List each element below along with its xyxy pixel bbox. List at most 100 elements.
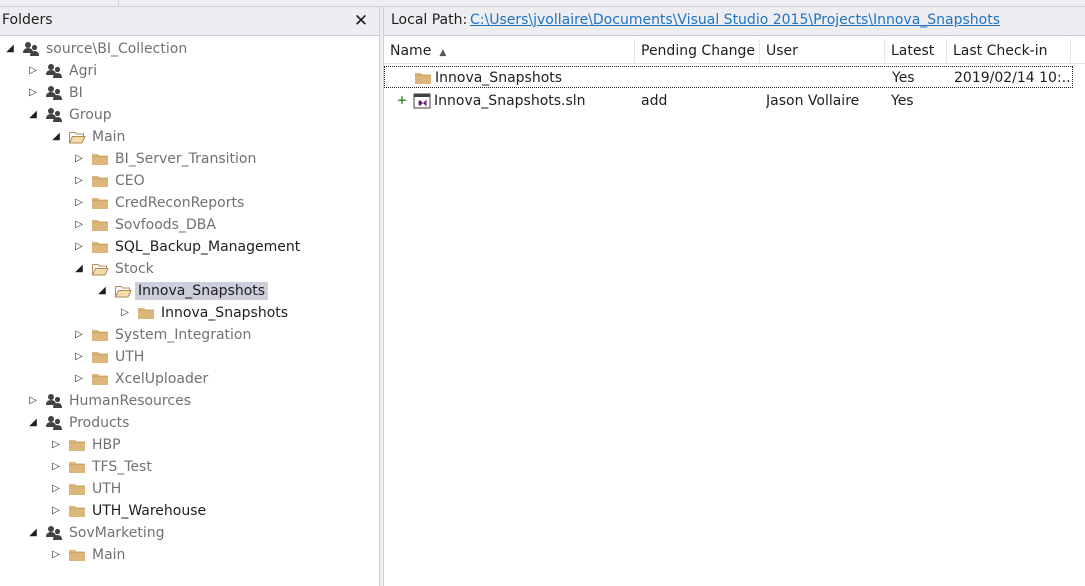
folders-panel: Folders ✕ ◢ source\BI_Collection ▷ Agri ▷ BI ◢… xyxy=(0,7,379,586)
folder-icon xyxy=(68,481,86,497)
top-toolbar-strip xyxy=(0,0,1085,7)
tree-node-label: Group xyxy=(69,107,112,123)
cell-last-checkin: 2019/02/14 10:... xyxy=(954,70,1072,86)
expand-arrow-icon[interactable]: ▷ xyxy=(27,64,39,78)
tree-node[interactable]: ▷ UTH_Warehouse xyxy=(0,500,379,522)
local-path-label: Local Path: xyxy=(391,12,468,28)
tree-node[interactable]: ▷ BI_Server_Transition xyxy=(0,148,379,170)
tree-node[interactable]: ▷ BI xyxy=(0,82,379,104)
tree-node[interactable]: ▷ Innova_Snapshots xyxy=(0,302,379,324)
solution-file-icon xyxy=(413,93,431,109)
expand-arrow-icon[interactable]: ▷ xyxy=(73,350,85,364)
team-project-icon xyxy=(45,415,63,431)
tree-node-label: HumanResources xyxy=(69,393,191,409)
team-project-icon xyxy=(45,85,63,101)
tree-node-label: Sovfoods_DBA xyxy=(115,217,216,233)
tree-node[interactable]: ▷ CredReconReports xyxy=(0,192,379,214)
cell-name: Innova_Snapshots xyxy=(435,70,563,86)
pending-add-icon: + xyxy=(397,93,408,107)
tree-node-label: Products xyxy=(69,415,130,431)
tree-node-label: SQL_Backup_Management xyxy=(115,239,301,255)
tree-node[interactable]: ◢ Products xyxy=(0,412,379,434)
expand-arrow-icon[interactable]: ▷ xyxy=(73,196,85,210)
collapse-arrow-icon[interactable]: ◢ xyxy=(73,262,85,276)
tree-node[interactable]: ▷ SQL_Backup_Management xyxy=(0,236,379,258)
folder-icon xyxy=(91,173,109,189)
column-header-label: Name xyxy=(390,43,432,59)
tree-node[interactable]: ▷ System_Integration xyxy=(0,324,379,346)
expand-arrow-icon[interactable]: ▷ xyxy=(73,328,85,342)
team-project-icon xyxy=(45,525,63,541)
tree-node[interactable]: ▷ Agri xyxy=(0,60,379,82)
local-path-link[interactable]: C:\Users\jvollaire\Documents\Visual Stud… xyxy=(470,12,1000,28)
tree-node[interactable]: ▷ CEO xyxy=(0,170,379,192)
folder-open-icon xyxy=(114,283,132,299)
folder-open-icon xyxy=(68,129,86,145)
collapse-arrow-icon[interactable]: ◢ xyxy=(50,130,62,144)
tree-node[interactable]: ◢ Stock xyxy=(0,258,379,280)
folders-panel-header: Folders ✕ xyxy=(0,7,379,36)
team-project-icon xyxy=(45,107,63,123)
column-header-last-checkin[interactable]: Last Check-in xyxy=(947,39,1071,64)
tree-node-label: CEO xyxy=(115,173,145,189)
tree-node[interactable]: ▷ UTH xyxy=(0,346,379,368)
expand-arrow-icon[interactable]: ▷ xyxy=(50,504,62,518)
tree-node-label: Agri xyxy=(69,63,98,79)
expand-arrow-icon[interactable]: ▷ xyxy=(73,152,85,166)
tree-node[interactable]: ▷ Sovfoods_DBA xyxy=(0,214,379,236)
toolbar-separator xyxy=(118,0,119,7)
tree-node[interactable]: ◢ SovMarketing xyxy=(0,522,379,544)
column-header-latest[interactable]: Latest xyxy=(885,39,947,64)
tree-node-label: XcelUploader xyxy=(115,371,209,387)
expand-arrow-icon[interactable]: ▷ xyxy=(27,394,39,408)
collapse-arrow-icon[interactable]: ◢ xyxy=(4,42,16,56)
local-path-bar: Local Path: C:\Users\jvollaire\Documents… xyxy=(384,7,1085,36)
expand-arrow-icon[interactable]: ▷ xyxy=(50,438,62,452)
cell-pending-change: add xyxy=(641,93,668,109)
cell-name: Innova_Snapshots.sln xyxy=(434,93,586,109)
tree-node[interactable]: ▷ HBP xyxy=(0,434,379,456)
collapse-arrow-icon[interactable]: ◢ xyxy=(27,108,39,122)
column-header-pending-change[interactable]: Pending Change xyxy=(635,39,760,64)
tree-node-label: HBP xyxy=(92,437,121,453)
cell-latest: Yes xyxy=(892,70,915,86)
sort-ascending-icon: ▲ xyxy=(439,48,447,58)
file-list-row[interactable]: + Innova_Snapshots.sln add Jason Vollaire Ye… xyxy=(384,90,1073,112)
tree-node-label: Main xyxy=(92,129,126,145)
tree-node-label: Main xyxy=(92,547,126,563)
tree-node[interactable]: ◢ source\BI_Collection xyxy=(0,38,379,60)
folder-icon xyxy=(91,371,109,387)
tree-node-label: CredReconReports xyxy=(115,195,245,211)
expand-arrow-icon[interactable]: ▷ xyxy=(27,86,39,100)
tree-node[interactable]: ◢ Innova_Snapshots xyxy=(0,280,379,302)
tree-node[interactable]: ▷ HumanResources xyxy=(0,390,379,412)
tree-node[interactable]: ▷ Main xyxy=(0,544,379,566)
collapse-arrow-icon[interactable]: ◢ xyxy=(27,416,39,430)
tree-node-label: source\BI_Collection xyxy=(46,41,188,57)
folders-panel-title: Folders xyxy=(2,12,53,28)
close-folders-panel-button[interactable]: ✕ xyxy=(351,9,371,33)
tree-node[interactable]: ◢ Main xyxy=(0,126,379,148)
expand-arrow-icon[interactable]: ▷ xyxy=(119,306,131,320)
tree-node-label: Stock xyxy=(115,261,154,277)
expand-arrow-icon[interactable]: ▷ xyxy=(50,548,62,562)
expand-arrow-icon[interactable]: ▷ xyxy=(73,218,85,232)
collapse-arrow-icon[interactable]: ◢ xyxy=(96,284,108,298)
expand-arrow-icon[interactable]: ▷ xyxy=(50,482,62,496)
column-header-user[interactable]: User xyxy=(760,39,885,64)
expand-arrow-icon[interactable]: ▷ xyxy=(73,174,85,188)
file-list-row[interactable]: Innova_Snapshots Yes 2019/02/14 10:... xyxy=(384,66,1073,88)
tree-node[interactable]: ▷ TFS_Test xyxy=(0,456,379,478)
cell-latest: Yes xyxy=(891,93,914,109)
collapse-arrow-icon[interactable]: ◢ xyxy=(27,526,39,540)
tree-node[interactable]: ◢ Group xyxy=(0,104,379,126)
tree-node[interactable]: ▷ XcelUploader xyxy=(0,368,379,390)
tree-node-label: BI xyxy=(69,85,83,101)
tree-node[interactable]: ▷ UTH xyxy=(0,478,379,500)
folder-icon xyxy=(137,305,155,321)
expand-arrow-icon[interactable]: ▷ xyxy=(50,460,62,474)
column-header-name[interactable]: Name ▲ xyxy=(384,39,635,64)
tree-node-label: UTH xyxy=(92,481,122,497)
expand-arrow-icon[interactable]: ▷ xyxy=(73,240,85,254)
expand-arrow-icon[interactable]: ▷ xyxy=(73,372,85,386)
